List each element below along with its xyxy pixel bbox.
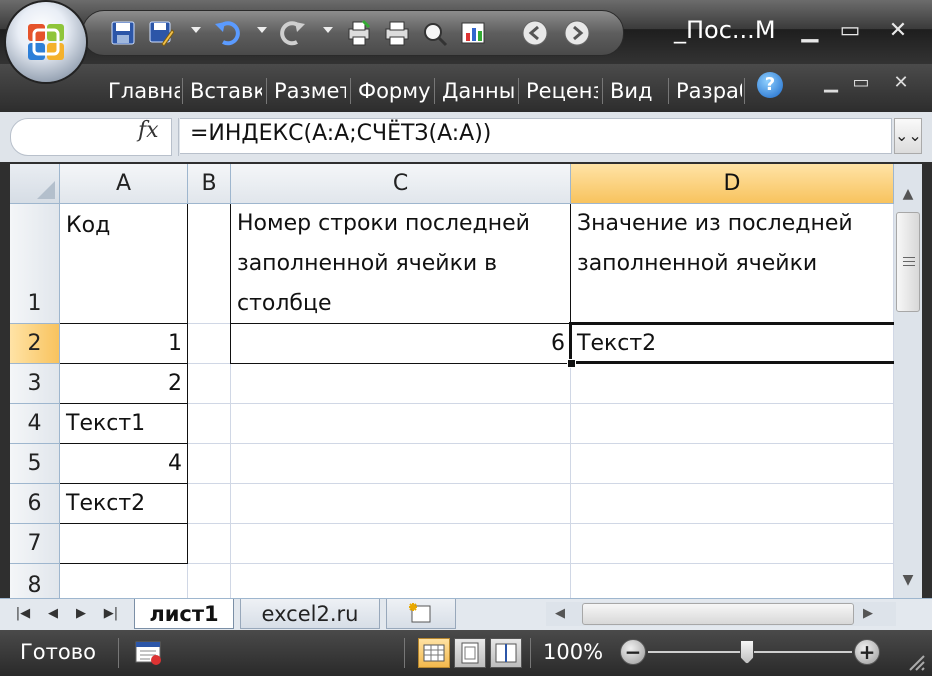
chevron-down-icon[interactable]	[191, 27, 201, 33]
title-bar: _Пос...M ▁ ▭ ✕	[0, 0, 932, 64]
help-icon[interactable]: ?	[757, 72, 783, 98]
tab-page-layout[interactable]: Разметка	[270, 74, 346, 108]
cell-a5[interactable]: 4	[60, 444, 188, 484]
row-header-8[interactable]: 8	[10, 564, 60, 598]
cell-a6[interactable]: Текст2	[60, 484, 188, 524]
scroll-left-icon[interactable]: ◀	[550, 602, 570, 626]
sheet-tab-excel2[interactable]: excel2.ru	[240, 599, 380, 629]
row-header-3[interactable]: 3	[10, 364, 60, 404]
save-as-icon[interactable]	[147, 19, 175, 47]
cell-a3[interactable]: 2	[60, 364, 188, 404]
row-header-5[interactable]: 5	[10, 444, 60, 484]
cell-d1[interactable]: Значение из последней заполненной ячейки	[571, 204, 894, 324]
insert-function-icon[interactable]: fx	[138, 118, 159, 143]
horizontal-scrollbar[interactable]: ◀ ▶	[546, 602, 896, 626]
row-header-7[interactable]: 7	[10, 524, 60, 564]
restore-workbook-icon[interactable]: ▭	[846, 72, 876, 93]
insert-sheet-icon[interactable]	[386, 599, 456, 629]
zoom-in-button[interactable]: +	[854, 639, 880, 665]
forward-icon[interactable]	[563, 19, 591, 47]
tab-review[interactable]: Рецензирование	[522, 74, 598, 108]
minimize-icon[interactable]: ▁	[792, 14, 828, 48]
minimize-workbook-icon[interactable]: ▁	[816, 72, 846, 93]
column-header-b[interactable]: B	[188, 164, 231, 204]
sheet-tab-list1[interactable]: лист1	[134, 599, 234, 629]
row-header-6[interactable]: 6	[10, 484, 60, 524]
status-ready: Готово	[20, 640, 96, 664]
zoom-out-button[interactable]: −	[620, 639, 646, 665]
office-button[interactable]	[6, 2, 86, 82]
chevron-down-icon[interactable]	[257, 27, 267, 33]
tab-formulas[interactable]: Формулы	[354, 74, 430, 108]
formula-text: =ИНДЕКС(A:A;СЧЁТЗ(A:A))	[190, 121, 492, 146]
restore-icon[interactable]: ▭	[832, 14, 868, 48]
cell-c2[interactable]: 6	[231, 324, 571, 364]
find-icon[interactable]	[421, 19, 449, 47]
tab-home[interactable]: Главная	[104, 74, 180, 108]
vertical-scroll-thumb[interactable]	[896, 212, 920, 312]
column-header-a[interactable]: A	[60, 164, 188, 204]
scroll-right-icon[interactable]: ▶	[858, 602, 878, 626]
worksheet-grid[interactable]: A B C D 1 2 3 4 5 6 7 8 Код Номер строки…	[10, 164, 894, 598]
zoom-level[interactable]: 100%	[543, 640, 603, 664]
page-break-view-icon[interactable]	[490, 638, 522, 668]
normal-view-icon[interactable]	[418, 638, 450, 668]
undo-icon[interactable]	[213, 19, 241, 47]
tab-insert[interactable]: Вставка	[186, 74, 262, 108]
sheet-tabs-bar: |◀ ◀ ▶ ▶| лист1 excel2.ru ◀ ▶	[0, 598, 932, 631]
print-icon[interactable]	[383, 19, 411, 47]
status-bar: Готово 100% − +	[0, 630, 932, 676]
row-header-4[interactable]: 4	[10, 404, 60, 444]
insert-chart-icon[interactable]	[459, 19, 487, 47]
formula-input[interactable]: =ИНДЕКС(A:A;СЧЁТЗ(A:A))	[180, 118, 892, 154]
column-header-c[interactable]: C	[231, 164, 571, 204]
row-header-1[interactable]: 1	[10, 204, 60, 324]
last-sheet-icon[interactable]: ▶|	[100, 603, 122, 625]
resize-grip-icon[interactable]	[906, 652, 926, 672]
column-header-d[interactable]: D	[571, 164, 894, 204]
quick-access-toolbar	[82, 10, 624, 56]
close-icon[interactable]: ✕	[880, 14, 916, 48]
tab-data[interactable]: Данные	[438, 74, 514, 108]
redo-icon[interactable]	[279, 19, 307, 47]
cell-a4[interactable]: Текст1	[60, 404, 188, 444]
page-layout-view-icon[interactable]	[454, 638, 486, 668]
fill-handle[interactable]	[567, 359, 576, 368]
first-sheet-icon[interactable]: |◀	[12, 603, 34, 625]
formula-bar: fx =ИНДЕКС(A:A;СЧЁТЗ(A:A)) ⌄⌄	[0, 112, 932, 162]
horizontal-scroll-thumb[interactable]	[582, 603, 854, 625]
tab-developer[interactable]: Разработчик	[672, 74, 742, 108]
zoom-slider-thumb[interactable]	[740, 640, 754, 664]
print-preview-icon[interactable]	[345, 19, 373, 47]
expand-formula-bar-icon[interactable]: ⌄⌄	[894, 118, 922, 154]
cell-a2[interactable]: 1	[60, 324, 188, 364]
vertical-scrollbar[interactable]: ▲ ▼	[894, 164, 922, 598]
save-icon[interactable]	[109, 19, 137, 47]
cell-c1[interactable]: Номер строки последней заполненной ячейк…	[231, 204, 571, 324]
macro-record-icon[interactable]	[134, 639, 164, 667]
window-title: _Пос...M	[674, 16, 776, 44]
close-workbook-icon[interactable]: ✕	[886, 72, 916, 93]
row-header-2[interactable]: 2	[10, 324, 60, 364]
scroll-down-icon[interactable]: ▼	[894, 568, 922, 592]
scroll-up-icon[interactable]: ▲	[894, 182, 922, 206]
select-all-corner[interactable]	[10, 164, 60, 204]
active-cell-outline	[569, 322, 894, 364]
next-sheet-icon[interactable]: ▶	[70, 603, 92, 625]
previous-sheet-icon[interactable]: ◀	[42, 603, 64, 625]
office-logo-icon	[28, 24, 64, 60]
back-icon[interactable]	[521, 19, 549, 47]
cell-a1[interactable]: Код	[60, 206, 188, 246]
chevron-down-icon[interactable]	[323, 27, 333, 33]
ribbon-tabs: Главная Вставка Разметка Формулы Данные …	[0, 64, 932, 112]
tab-view[interactable]: Вид	[606, 74, 666, 108]
